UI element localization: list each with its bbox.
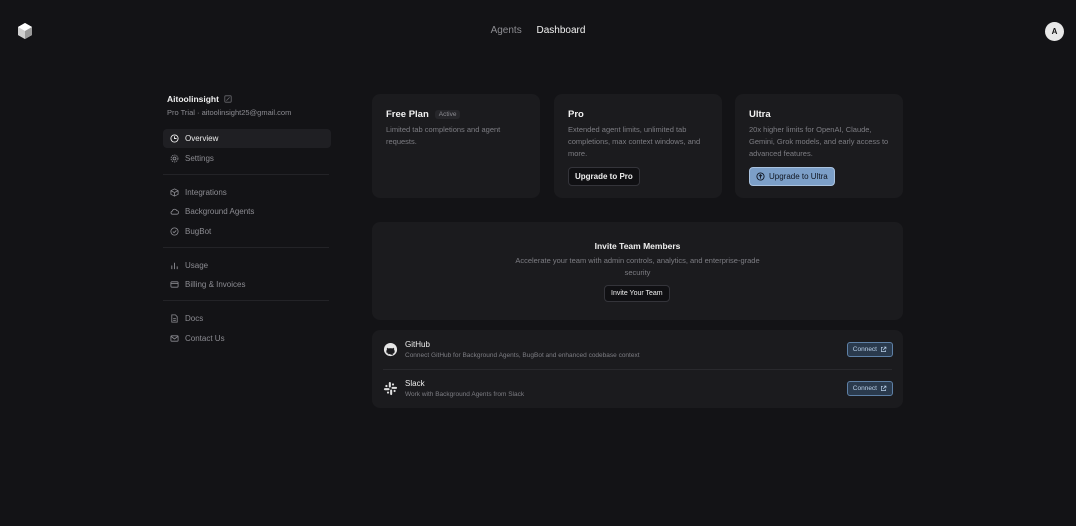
sidebar-item-bugbot[interactable]: BugBot bbox=[163, 222, 331, 241]
sidebar-item-settings[interactable]: Settings bbox=[163, 149, 331, 168]
plan-title-row: Free Plan Active bbox=[386, 109, 526, 120]
invite-your-team-label: Invite Your Team bbox=[611, 290, 663, 297]
upgrade-to-pro-button[interactable]: Upgrade to Pro bbox=[568, 167, 640, 186]
invite-your-team-button[interactable]: Invite Your Team bbox=[604, 285, 670, 302]
credit-card-icon bbox=[170, 281, 179, 288]
sidebar-item-label: Background Agents bbox=[185, 207, 255, 216]
check-circle-icon bbox=[170, 226, 179, 236]
free-plan-card: Free Plan Active Limited tab completions… bbox=[372, 94, 540, 198]
sidebar-item-integrations[interactable]: Integrations bbox=[163, 183, 331, 202]
sidebar-group-help: Docs Contact Us bbox=[163, 309, 331, 348]
account-name: Aitoolinsight bbox=[167, 94, 219, 104]
integrations-card: GitHub Connect GitHub for Background Age… bbox=[372, 330, 903, 408]
upgrade-to-ultra-label: Upgrade to Ultra bbox=[769, 172, 828, 181]
integration-row-github: GitHub Connect GitHub for Background Age… bbox=[372, 330, 902, 369]
invite-team-card: Invite Team Members Accelerate your team… bbox=[372, 222, 903, 320]
status-badge: Active bbox=[434, 110, 461, 119]
sidebar-item-label: Billing & Invoices bbox=[185, 280, 246, 289]
integration-description: Connect GitHub for Background Agents, Bu… bbox=[405, 352, 640, 359]
slack-text: Slack Work with Background Agents from S… bbox=[405, 379, 524, 398]
cube-icon bbox=[170, 187, 179, 197]
cloud-icon bbox=[170, 208, 179, 215]
document-icon bbox=[171, 314, 178, 323]
account-subtitle: Pro Trial · aitoolinsight25@gmail.com bbox=[167, 108, 292, 117]
github-text: GitHub Connect GitHub for Background Age… bbox=[405, 340, 640, 359]
sidebar-item-label: Docs bbox=[185, 314, 204, 323]
sidebar-item-contact-us[interactable]: Contact Us bbox=[163, 329, 331, 348]
sidebar-item-label: Usage bbox=[185, 260, 209, 270]
edit-icon[interactable] bbox=[224, 95, 232, 103]
external-link-icon bbox=[881, 385, 887, 391]
sidebar-item-label: Contact Us bbox=[185, 333, 225, 343]
sidebar-item-background-agents[interactable]: Background Agents bbox=[163, 202, 331, 221]
top-navigation: Agents Dashboard bbox=[0, 25, 1076, 36]
connect-label: Connect bbox=[852, 346, 877, 353]
sidebar-divider bbox=[163, 300, 329, 301]
upgrade-to-ultra-button[interactable]: Upgrade to Ultra bbox=[749, 167, 835, 186]
github-connect-button[interactable]: Connect bbox=[846, 342, 893, 357]
nav-dashboard[interactable]: Dashboard bbox=[537, 25, 586, 36]
sidebar-item-label: Overview bbox=[185, 134, 219, 143]
integration-description: Work with Background Agents from Slack bbox=[405, 391, 525, 398]
ultra-plan-card: Ultra 20x higher limits for OpenAI, Clau… bbox=[735, 94, 903, 198]
mail-icon bbox=[170, 334, 179, 342]
invite-title: Invite Team Members bbox=[594, 241, 681, 251]
sidebar-item-overview[interactable]: Overview bbox=[163, 129, 331, 148]
sidebar-group-main: Overview Settings bbox=[163, 129, 331, 168]
integration-row-slack: Slack Work with Background Agents from S… bbox=[372, 369, 902, 408]
sidebar-item-usage[interactable]: Usage bbox=[163, 256, 331, 275]
ultra-plan-description: 20x higher limits for OpenAI, Claude, Ge… bbox=[749, 125, 889, 158]
integration-name: Slack bbox=[405, 379, 425, 388]
external-link-icon bbox=[881, 346, 887, 352]
bar-chart-icon bbox=[171, 262, 178, 269]
ultra-plan-title: Ultra bbox=[749, 109, 771, 120]
integration-name: GitHub bbox=[405, 340, 430, 349]
sidebar-item-billing[interactable]: Billing & Invoices bbox=[163, 275, 331, 294]
slack-connect-button[interactable]: Connect bbox=[846, 381, 893, 396]
sidebar-item-label: Settings bbox=[185, 153, 214, 163]
github-icon bbox=[383, 342, 398, 357]
sidebar-item-label: Integrations bbox=[185, 187, 227, 197]
invite-description: Accelerate your team with admin controls… bbox=[515, 256, 760, 277]
user-avatar[interactable]: A bbox=[1045, 22, 1064, 41]
account-name-row: Aitoolinsight bbox=[163, 94, 331, 104]
free-plan-description: Limited tab completions and agent reques… bbox=[386, 125, 501, 146]
nav-agents[interactable]: Agents bbox=[491, 25, 522, 36]
sidebar-divider bbox=[163, 173, 329, 175]
sidebar-divider bbox=[163, 246, 329, 248]
sidebar-group-agents: Integrations Background Agents BugBot bbox=[163, 183, 331, 241]
pro-plan-card: Pro Extended agent limits, unlimited tab… bbox=[554, 94, 722, 198]
clock-icon bbox=[170, 134, 179, 143]
slack-icon bbox=[383, 381, 398, 396]
sidebar-item-label: BugBot bbox=[185, 226, 212, 236]
sidebar-item-docs[interactable]: Docs bbox=[163, 309, 331, 328]
free-plan-title: Free Plan bbox=[386, 109, 429, 120]
arrow-up-circle-icon bbox=[756, 172, 765, 181]
connect-label: Connect bbox=[852, 385, 877, 392]
sidebar: Aitoolinsight Pro Trial · aitoolinsight2… bbox=[163, 94, 331, 348]
pro-plan-description: Extended agent limits, unlimited tab com… bbox=[568, 125, 701, 158]
upgrade-to-pro-label: Upgrade to Pro bbox=[575, 172, 633, 181]
sidebar-group-billing: Usage Billing & Invoices bbox=[163, 256, 331, 295]
gear-icon bbox=[170, 154, 179, 162]
pro-plan-title: Pro bbox=[568, 109, 584, 120]
